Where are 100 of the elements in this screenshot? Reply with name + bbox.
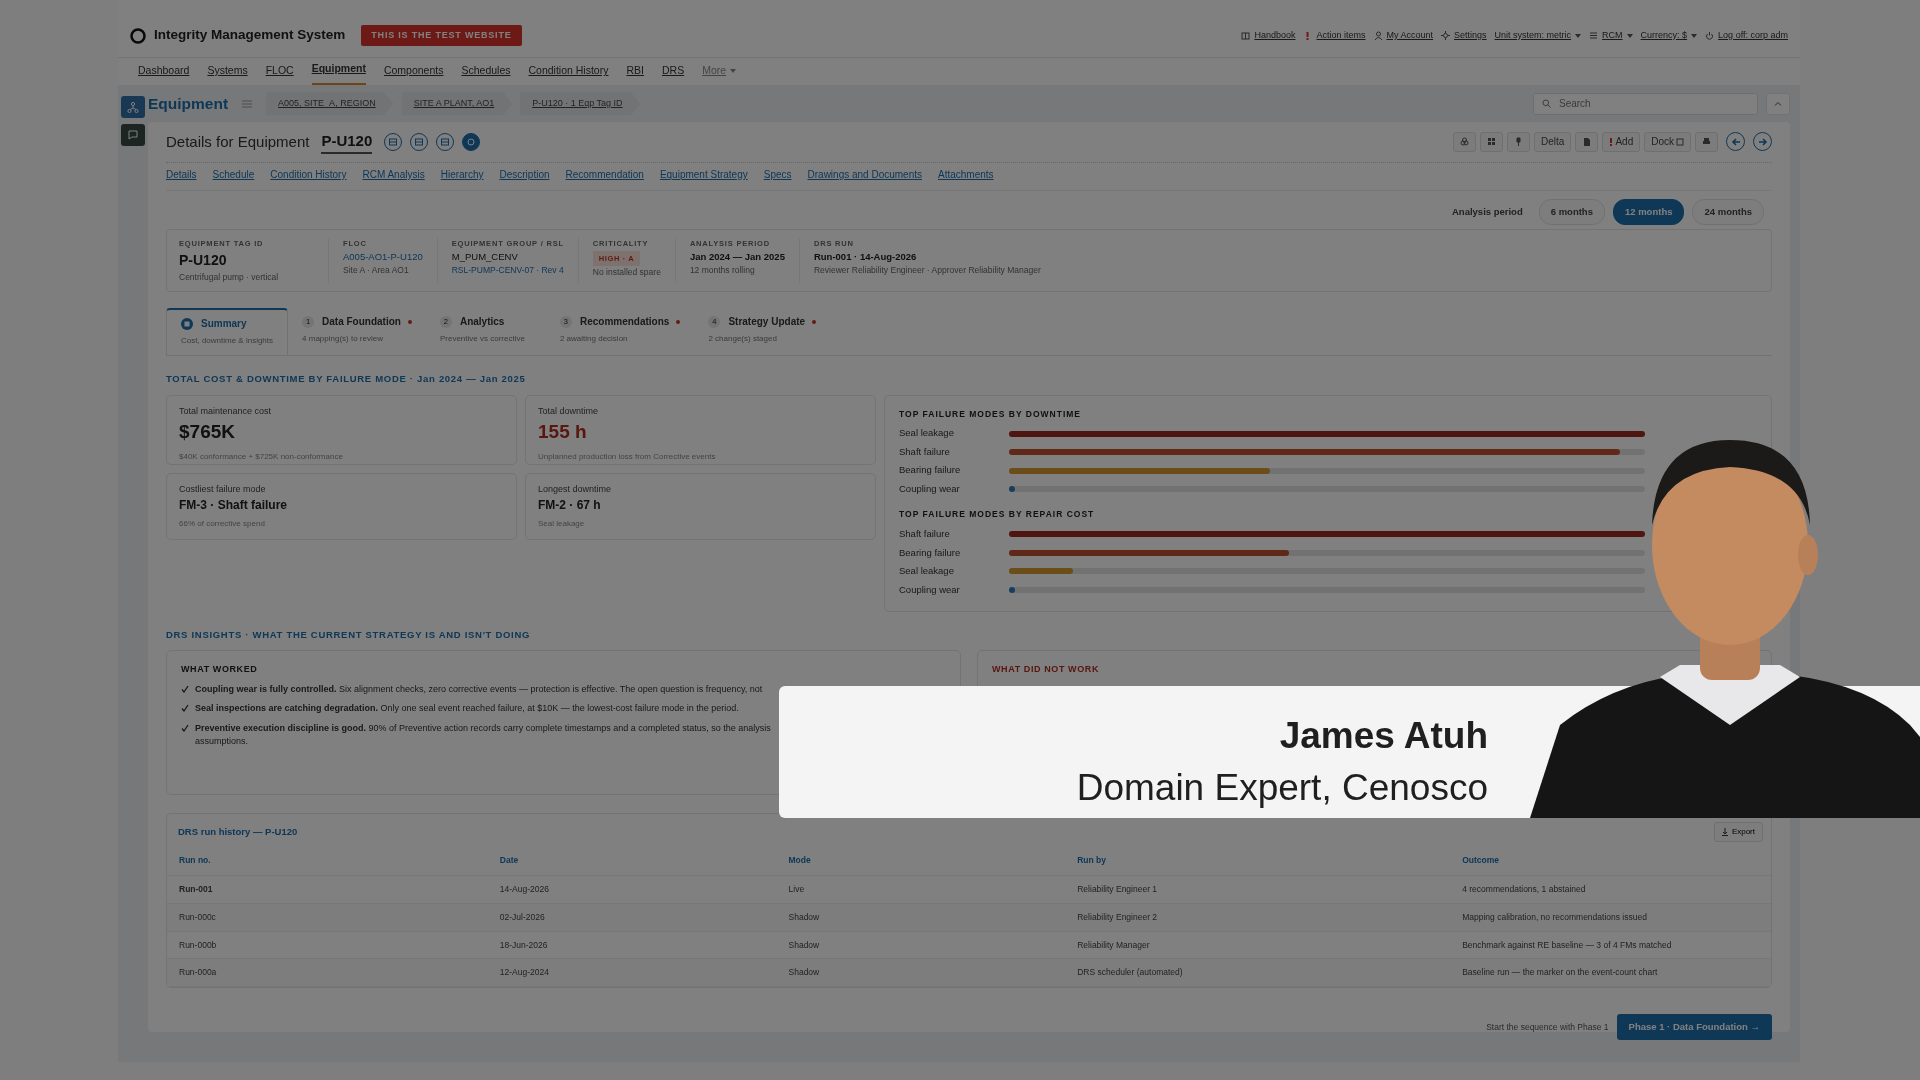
period-option[interactable]: 24 months — [1692, 199, 1764, 226]
nav-tab[interactable]: DRS — [661, 57, 685, 85]
page-tab[interactable]: Details — [166, 167, 197, 182]
page-title: Equipment — [148, 94, 229, 115]
header-link[interactable]: Currency: $ — [1640, 28, 1688, 43]
floc-link[interactable]: A005-AO1-P-U120 — [343, 249, 423, 264]
hierarchy-button[interactable] — [121, 96, 145, 118]
page-tab[interactable]: Description — [499, 167, 550, 182]
step-title: Data Foundation — [322, 315, 401, 330]
pending-dot-icon — [407, 319, 412, 324]
caret-icon — [1626, 33, 1633, 38]
table-cell: Mapping calibration, no recommendations issued — [1450, 903, 1771, 931]
page-tab[interactable]: Condition History — [270, 167, 347, 182]
print-button[interactable] — [1695, 131, 1718, 152]
nav-tab[interactable]: More — [702, 57, 727, 85]
field-value: Jan 2024 — Jan 2025 — [689, 249, 785, 264]
page-tab[interactable]: Drawings and Documents — [807, 167, 922, 182]
metric-label: Total maintenance cost — [179, 404, 273, 418]
table-cell: DRS scheduler (automated) — [1065, 958, 1451, 987]
period-option[interactable]: 12 months — [1612, 199, 1685, 226]
period-option[interactable]: 6 months — [1538, 199, 1605, 226]
view-button[interactable] — [462, 132, 481, 151]
column-header: Date — [487, 846, 777, 876]
breadcrumb[interactable]: SITE A PLANT, AO1 — [401, 92, 513, 116]
chart-title: TOP FAILURE MODES BY REPAIR COST — [899, 508, 1096, 521]
step-title: Strategy Update — [728, 315, 806, 330]
page-tab[interactable]: Recommendation — [565, 167, 644, 182]
export-button[interactable]: Export — [1713, 822, 1763, 843]
header-link[interactable]: Settings — [1454, 28, 1487, 43]
metric-label: Longest downtime — [538, 482, 613, 496]
chart-title: TOP FAILURE MODES BY DOWNTIME — [899, 407, 1082, 421]
run-link[interactable]: Run-000a — [167, 958, 488, 987]
run-link[interactable]: Run-000b — [167, 931, 488, 959]
run-link[interactable]: Run-000c — [167, 903, 488, 931]
page-tab[interactable]: Equipment Strategy — [659, 167, 748, 182]
bar-label: Shaft failure — [899, 527, 951, 542]
search-icon — [1542, 99, 1551, 109]
search-input[interactable]: Search — [1559, 96, 1739, 112]
column-header: Outcome — [1450, 846, 1771, 876]
insight-heading: WHAT DID NOT WORK — [992, 663, 1101, 677]
bar-label: Seal leakage — [899, 426, 955, 441]
page-tab[interactable]: RCM Analysis — [362, 167, 425, 182]
header-link[interactable]: Action items — [1316, 28, 1366, 43]
print-icon — [1702, 137, 1711, 147]
section-title: TOTAL COST & DOWNTIME BY FAILURE MODE · Jan 2024 — Jan 2025 — [166, 372, 527, 387]
page-tab[interactable]: Hierarchy — [440, 167, 484, 182]
dock-button[interactable]: Dock — [1644, 131, 1691, 152]
field-note: Site A · Area AO1 — [343, 263, 410, 277]
grid-icon — [389, 137, 398, 146]
header-link[interactable]: My Account — [1386, 28, 1434, 43]
nav-tab[interactable]: RBI — [626, 57, 644, 85]
nav-tab[interactable]: Dashboard — [138, 57, 190, 85]
page-tab[interactable]: Schedule — [212, 167, 255, 182]
pin-button[interactable] — [1507, 131, 1531, 152]
rsl-link[interactable]: RSL-PUMP-CENV-07 · Rev 4 — [451, 263, 564, 277]
nav-tab[interactable]: Components — [383, 57, 444, 85]
nav-tab[interactable]: Schedules — [461, 57, 511, 85]
document-button[interactable] — [1575, 131, 1599, 152]
breadcrumb[interactable]: A005, SITE_A, REGION — [266, 92, 394, 116]
pin-icon — [1514, 137, 1524, 147]
nav-tab[interactable]: FLOC — [265, 57, 294, 85]
grid-button[interactable] — [1480, 131, 1504, 152]
search-field[interactable]: Search — [1533, 92, 1758, 115]
bar-label: Bearing failure — [899, 545, 962, 560]
next-phase-button[interactable]: Phase 1 · Data Foundation → — [1616, 1014, 1772, 1041]
pending-dot-icon — [676, 319, 681, 324]
person-name: James Atuh — [1279, 714, 1488, 758]
page-tab[interactable]: Specs — [763, 167, 792, 182]
metric-value: FM-2 · 67 h — [538, 497, 602, 514]
list-icon — [1589, 31, 1599, 40]
add-button[interactable]: Add — [1602, 131, 1641, 152]
document-icon — [1582, 137, 1592, 147]
comment-button[interactable] — [121, 124, 145, 146]
breadcrumb[interactable]: P-U120 · 1 Eqp Tag ID — [520, 92, 641, 116]
step-title: Recommendations — [579, 315, 670, 330]
delta-button[interactable]: Delta — [1534, 131, 1572, 152]
nav-tab[interactable]: Condition History — [528, 57, 609, 85]
run-link[interactable]: Run-001 — [167, 875, 488, 904]
page-tab[interactable]: Attachments — [938, 167, 994, 182]
step-title: Analytics — [459, 315, 505, 330]
pending-dot-icon — [812, 319, 817, 324]
check-icon — [181, 723, 189, 732]
nav-tab[interactable]: Systems — [207, 57, 248, 85]
chevron-up-icon — [1774, 101, 1782, 107]
table-cell: Reliability Engineer 1 — [1065, 875, 1451, 904]
table-cell: Baseline run — the marker on the event-count chart — [1450, 958, 1771, 987]
header-link[interactable]: Unit system: metric — [1494, 28, 1572, 43]
period-label: Analysis period — [1452, 205, 1523, 219]
header-link[interactable]: Log off: corp adm — [1718, 28, 1788, 43]
bar-label: Shaft failure — [899, 444, 951, 459]
field-value: M_PUM_CENV — [451, 249, 519, 264]
caret-icon — [1575, 33, 1582, 38]
power-icon — [1705, 31, 1715, 40]
caret-icon — [730, 69, 737, 74]
header-link[interactable]: RCM — [1602, 28, 1623, 43]
circles-button[interactable] — [1453, 131, 1477, 152]
run-history-title[interactable]: DRS run history — P-U120 — [175, 825, 298, 840]
section-title: DRS INSIGHTS · WHAT THE CURRENT STRATEGY IS AND ISN'T DOING — [166, 628, 532, 642]
table-cell: 02-Jul-2026 — [487, 903, 777, 931]
header-link[interactable]: Handbook — [1254, 28, 1296, 43]
